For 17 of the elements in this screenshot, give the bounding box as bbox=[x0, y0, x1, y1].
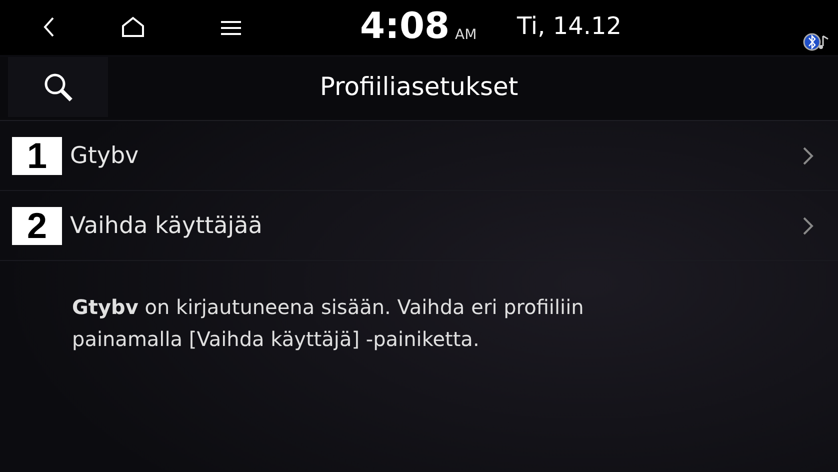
page-title: Profiiliasetukset bbox=[318, 71, 520, 103]
clock-time: 4:08 bbox=[360, 6, 450, 47]
number-label: 1 bbox=[12, 136, 62, 174]
info-text: Gtybv on kirjautuneena sisään. Vaihda eri profiiliin painamalla [Vaihda käyttäjä] -painiketta. bbox=[72, 294, 585, 353]
bluetooth-audio-icon bbox=[803, 32, 829, 52]
date-text: Ti, 14.12 bbox=[517, 12, 622, 40]
search-icon bbox=[42, 71, 74, 103]
back-icon[interactable] bbox=[42, 16, 56, 38]
home-icon[interactable] bbox=[121, 16, 145, 38]
menu-icon[interactable] bbox=[221, 20, 241, 36]
clock-meridiem: AM bbox=[455, 27, 477, 43]
chevron-right-icon bbox=[802, 146, 814, 166]
number-label: 2 bbox=[12, 206, 62, 244]
list-item[interactable]: Vaihda käyttäjää bbox=[70, 212, 802, 238]
search-button[interactable] bbox=[8, 57, 108, 117]
chevron-right-icon bbox=[802, 216, 814, 236]
list-item[interactable]: Gtybv bbox=[70, 142, 802, 168]
